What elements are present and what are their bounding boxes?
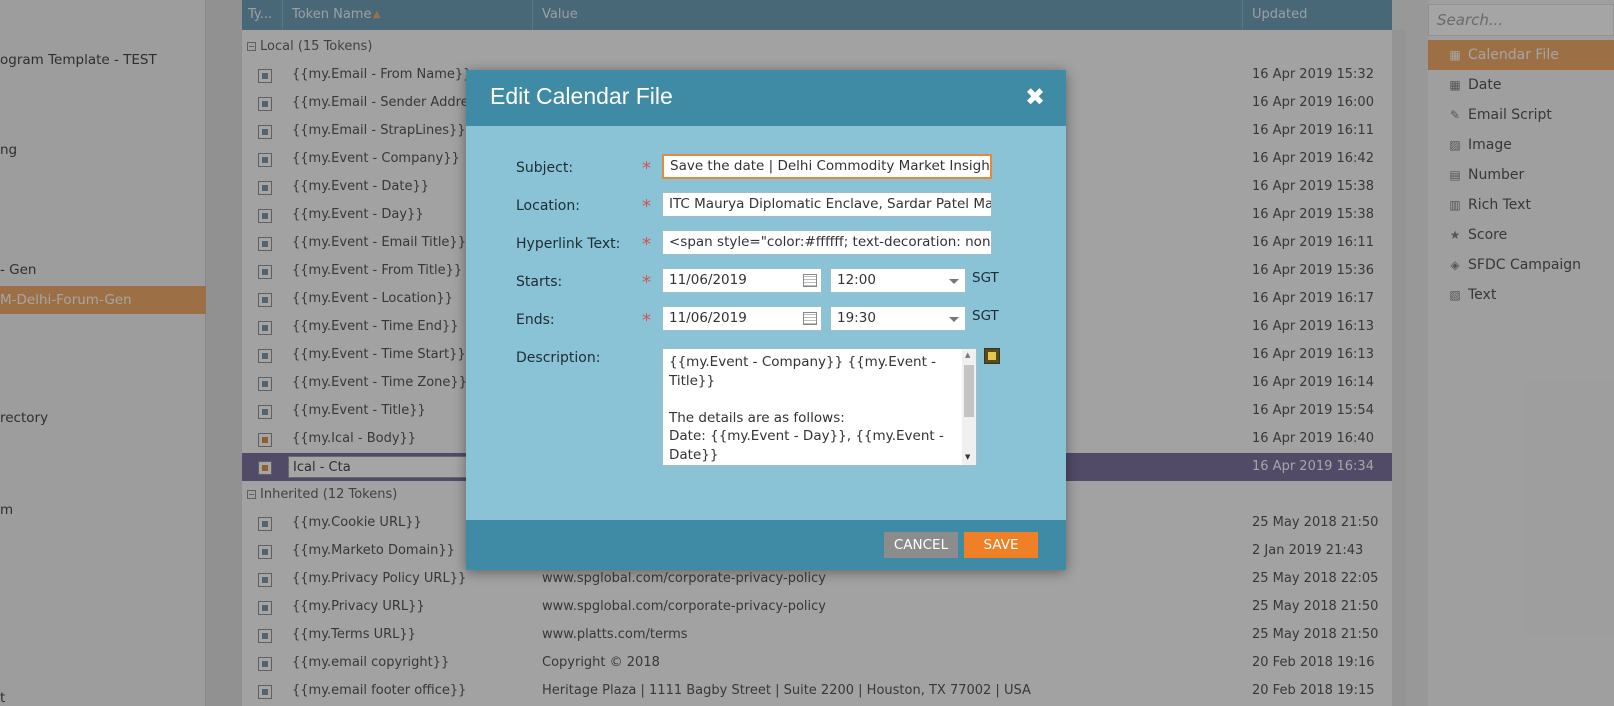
save-button[interactable]: SAVE	[964, 532, 1038, 558]
start-time-value: 12:00	[837, 272, 876, 288]
scroll-down-icon[interactable]: ▼	[965, 453, 970, 461]
subject-input[interactable]: Save the date | Delhi Commodity Market I…	[662, 154, 992, 179]
dialog-header: Edit Calendar File ✖	[466, 70, 1066, 126]
start-date-value: 11/06/2019	[669, 272, 747, 288]
description-scrollbar[interactable]: ▲ ▼	[962, 349, 976, 465]
end-time-select[interactable]: 19:30	[830, 306, 966, 331]
starts-label: Starts:	[516, 274, 563, 290]
end-date-value: 11/06/2019	[669, 310, 747, 326]
start-date-input[interactable]: 11/06/2019	[662, 268, 822, 293]
required-marker: *	[642, 196, 651, 217]
end-date-input[interactable]: 11/06/2019	[662, 306, 822, 331]
edit-calendar-file-dialog: Edit Calendar File ✖ Subject: * Save the…	[466, 70, 1066, 570]
hyperlink-text-label: Hyperlink Text:	[516, 236, 621, 252]
description-textarea[interactable]: {{my.Event - Company}} {{my.Event - Titl…	[662, 348, 977, 466]
subject-label: Subject:	[516, 160, 574, 176]
ends-label: Ends:	[516, 312, 555, 328]
description-label: Description:	[516, 350, 601, 366]
required-marker: *	[642, 310, 651, 331]
start-timezone: SGT	[972, 270, 999, 286]
location-input[interactable]: ITC Maurya Diplomatic Enclave, Sardar Pa…	[662, 192, 992, 217]
location-label: Location:	[516, 198, 580, 214]
required-marker: *	[642, 158, 651, 179]
chevron-down-icon	[949, 279, 959, 284]
end-time-value: 19:30	[837, 310, 876, 326]
required-marker: *	[642, 272, 651, 293]
start-time-select[interactable]: 12:00	[830, 268, 966, 293]
calendar-icon[interactable]	[803, 274, 817, 287]
insert-token-icon[interactable]	[984, 348, 1000, 364]
scroll-up-icon[interactable]: ▲	[965, 351, 970, 359]
end-timezone: SGT	[972, 308, 999, 324]
dialog-title: Edit Calendar File	[490, 83, 673, 109]
cancel-button[interactable]: CANCEL	[884, 532, 958, 558]
calendar-icon[interactable]	[803, 312, 817, 325]
hyperlink-text-input[interactable]: <span style="color:#ffffff; text-decorat…	[662, 230, 992, 255]
scroll-thumb[interactable]	[964, 365, 974, 417]
dialog-footer: CANCEL SAVE	[466, 520, 1066, 570]
chevron-down-icon	[949, 317, 959, 322]
close-icon[interactable]: ✖	[1022, 84, 1048, 110]
required-marker: *	[642, 234, 651, 255]
